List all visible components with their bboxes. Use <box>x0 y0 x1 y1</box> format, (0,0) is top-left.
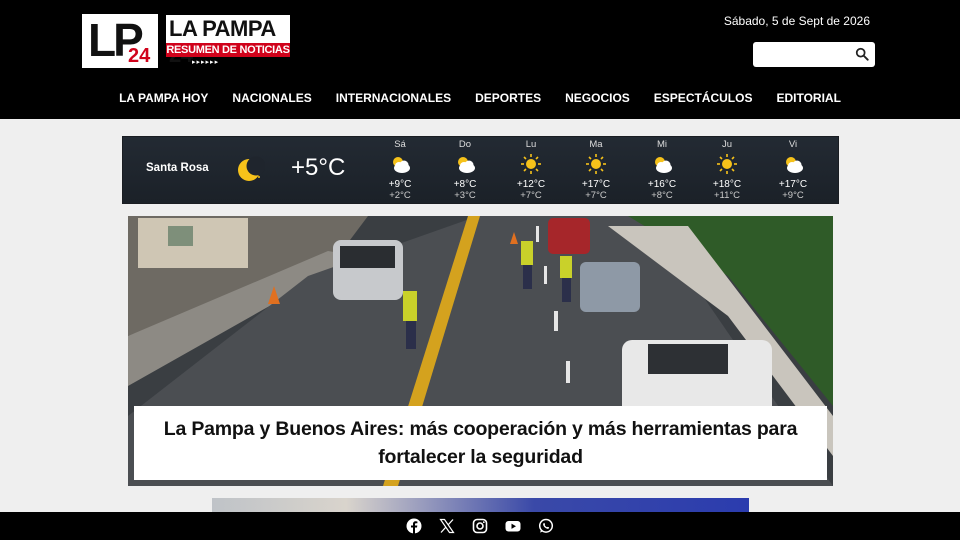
partly-cloudy-icon <box>655 157 672 173</box>
weather-forecast: Sá +9°C +2°C Do +8°C +3°C Lu +12°C +7°C … <box>375 137 835 205</box>
logo-badge: LP 24 <box>80 12 160 70</box>
logo-subtitle: RESUMEN DE NOTICIAS <box>166 44 290 56</box>
forecast-day-name: Sá <box>394 139 406 150</box>
sun-icon <box>717 154 737 174</box>
forecast-day-name: Mi <box>656 139 668 150</box>
whatsapp-icon[interactable] <box>538 518 554 534</box>
forecast-day: Ju +18°C +11°C <box>702 137 752 205</box>
sun-icon <box>586 154 606 174</box>
logo-number: 24 <box>128 45 151 67</box>
logo-title: LA PAMPA 24 <box>169 16 276 67</box>
site-header: LP 24 LA PAMPA 24 RESUMEN DE NOTICIAS ▸▸… <box>0 0 960 119</box>
social-footer <box>0 512 960 540</box>
logo-title-box: LA PAMPA 24 <box>166 15 290 67</box>
forecast-day: Sá +9°C +2°C <box>375 137 425 205</box>
forecast-high: +12°C <box>516 179 546 190</box>
forecast-high: +16°C <box>647 179 677 190</box>
hero-headline[interactable]: La Pampa y Buenos Aires: más cooperación… <box>144 415 817 471</box>
logo-arrows: ▸▸▸▸▸▸ <box>192 59 220 66</box>
forecast-high: +8°C <box>453 179 477 190</box>
nav-la-pampa-hoy[interactable]: LA PAMPA HOY <box>119 86 208 110</box>
forecast-high: +17°C <box>778 179 808 190</box>
forecast-day: Ma +17°C +7°C <box>571 137 621 205</box>
youtube-icon[interactable] <box>505 518 521 534</box>
nav-espectaculos[interactable]: ESPECTÁCULOS <box>654 86 753 110</box>
forecast-low: +7°C <box>520 190 542 201</box>
x-icon[interactable] <box>439 518 455 534</box>
forecast-day: Mi +16°C +8°C <box>637 137 687 205</box>
nav-deportes[interactable]: DEPORTES <box>475 86 541 110</box>
instagram-icon[interactable] <box>472 518 488 534</box>
forecast-high: +17°C <box>581 179 611 190</box>
forecast-day-name: Vi <box>788 139 798 150</box>
forecast-day: Do +8°C +3°C <box>440 137 490 205</box>
forecast-low: +3°C <box>454 190 476 201</box>
forecast-low: +9°C <box>782 190 804 201</box>
nav-negocios[interactable]: NEGOCIOS <box>565 86 630 110</box>
main-nav: LA PAMPA HOY NACIONALES INTERNACIONALES … <box>0 86 960 110</box>
secondary-article-image[interactable] <box>212 498 749 512</box>
forecast-day-name: Ma <box>589 139 603 150</box>
forecast-low: +2°C <box>389 190 411 201</box>
hero-caption[interactable]: La Pampa y Buenos Aires: más cooperación… <box>134 406 827 480</box>
forecast-day: Lu +12°C +7°C <box>506 137 556 205</box>
nav-editorial[interactable]: EDITORIAL <box>776 86 840 110</box>
sun-icon <box>521 154 541 174</box>
forecast-day-name: Do <box>458 139 472 150</box>
forecast-day: Vi +17°C +9°C <box>768 137 818 205</box>
forecast-low: +8°C <box>651 190 673 201</box>
partly-cloudy-icon <box>393 157 410 173</box>
search-box[interactable] <box>753 42 875 67</box>
forecast-high: +18°C <box>712 179 742 190</box>
weather-widget[interactable]: Santa Rosa +5°C Sá +9°C +2°C Do +8°C +3°… <box>122 136 839 204</box>
moon-icon <box>238 156 265 181</box>
partly-cloudy-icon <box>786 157 803 173</box>
search-icon[interactable] <box>855 47 869 61</box>
facebook-icon[interactable] <box>406 518 422 534</box>
forecast-day-name: Lu <box>525 139 537 150</box>
nav-internacionales[interactable]: INTERNACIONALES <box>336 86 451 110</box>
forecast-low: +11°C <box>713 190 741 201</box>
nav-nacionales[interactable]: NACIONALES <box>232 86 311 110</box>
partly-cloudy-icon <box>458 157 475 173</box>
weather-current-temp: +5°C <box>291 154 346 181</box>
logo-subtitle-box: RESUMEN DE NOTICIAS <box>166 43 290 57</box>
site-logo[interactable]: LP 24 LA PAMPA 24 RESUMEN DE NOTICIAS ▸▸… <box>80 12 290 70</box>
current-date: Sábado, 5 de Sept de 2026 <box>723 14 870 28</box>
forecast-low: +7°C <box>585 190 607 201</box>
weather-city: Santa Rosa <box>146 162 209 174</box>
forecast-high: +9°C <box>388 179 412 190</box>
hero-article[interactable]: La Pampa y Buenos Aires: más cooperación… <box>128 216 833 486</box>
forecast-day-name: Ju <box>721 139 733 150</box>
search-input[interactable] <box>753 42 848 67</box>
